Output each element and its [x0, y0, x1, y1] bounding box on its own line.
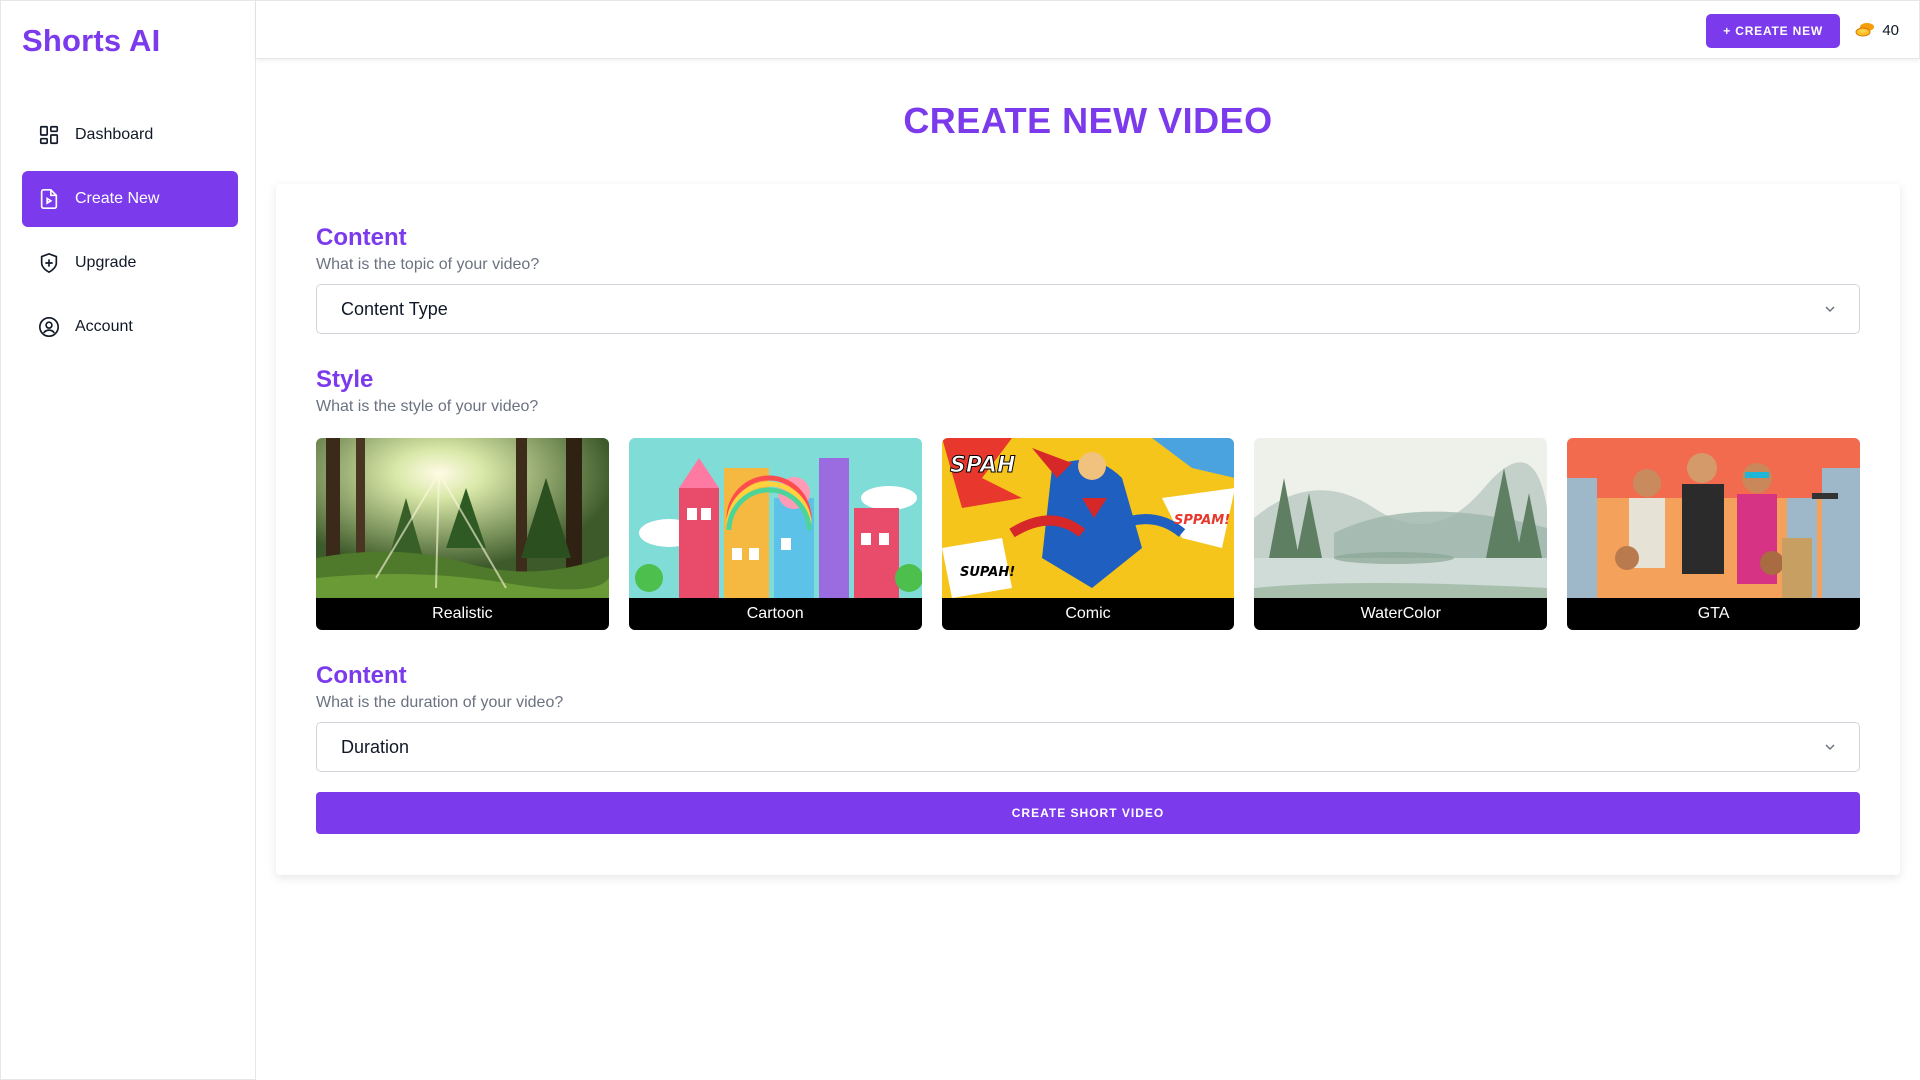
style-option-label: GTA — [1567, 598, 1860, 630]
app-logo[interactable]: Shorts AI — [22, 23, 160, 59]
sidebar-item-label: Account — [75, 318, 133, 335]
style-option-comic[interactable]: SPAH SPPAM! SUPAH! Comic — [941, 438, 1235, 630]
top-bar: + CREATE NEW 40 — [256, 0, 1920, 59]
watercolor-landscape-image — [1254, 438, 1548, 598]
file-video-icon — [38, 188, 60, 210]
shield-plus-icon — [38, 252, 60, 274]
header-create-new-button[interactable]: + CREATE NEW — [1706, 14, 1840, 48]
duration-section-subtitle: What is the duration of your video? — [316, 694, 564, 711]
style-option-cartoon[interactable]: Cartoon — [628, 438, 922, 630]
sidebar-item-label: Create New — [75, 190, 160, 207]
duration-section-title: Content — [316, 662, 407, 689]
credits-count: 40 — [1882, 21, 1899, 39]
duration-value: Duration — [341, 736, 410, 757]
realistic-forest-image — [316, 438, 609, 598]
style-option-label: WaterColor — [1254, 598, 1548, 630]
style-option-label: Cartoon — [628, 598, 922, 630]
sidebar-item-label: Upgrade — [75, 254, 137, 271]
content-type-select[interactable]: Content Type — [316, 284, 1860, 334]
credits-display: 40 — [1854, 21, 1899, 39]
content-section-subtitle: What is the topic of your video? — [316, 256, 540, 273]
sidebar-item-upgrade[interactable]: Upgrade — [22, 235, 238, 291]
cartoon-city-image — [628, 438, 922, 598]
style-section-subtitle: What is the style of your video? — [316, 398, 539, 415]
svg-text:SPAH: SPAH — [950, 453, 1015, 478]
chevron-down-icon — [1825, 306, 1835, 313]
coins-icon — [1855, 23, 1875, 37]
comic-hero-image: SPAH SPPAM! SUPAH! — [941, 438, 1235, 598]
chevron-down-icon — [1825, 744, 1835, 751]
style-option-watercolor[interactable]: WaterColor — [1254, 438, 1548, 630]
svg-text:SUPAH!: SUPAH! — [960, 565, 1015, 580]
content-type-value: Content Type — [341, 298, 448, 319]
sidebar-item-account[interactable]: Account — [22, 299, 238, 355]
style-option-label: Realistic — [316, 598, 609, 630]
style-option-realistic[interactable]: Realistic — [316, 438, 609, 630]
style-option-gta[interactable]: GTA — [1567, 438, 1860, 630]
sidebar-nav: Dashboard Create New Upgrade Account — [22, 107, 238, 363]
page-title: CREATE NEW VIDEO — [903, 100, 1273, 141]
user-circle-icon — [38, 316, 60, 338]
create-video-form: Content What is the topic of your video?… — [276, 184, 1900, 875]
style-option-label: Comic — [941, 598, 1235, 630]
create-short-video-button[interactable]: CREATE SHORT VIDEO — [316, 792, 1860, 834]
svg-text:SPPAM!: SPPAM! — [1174, 513, 1230, 528]
gta-characters-image — [1567, 438, 1860, 598]
sidebar-item-dashboard[interactable]: Dashboard — [22, 107, 238, 163]
style-options: Realistic Cartoon SPAH SPPAM! SUPAH! Com… — [316, 438, 1860, 630]
dashboard-grid-icon — [38, 124, 60, 146]
content-section-title: Content — [316, 224, 407, 251]
sidebar: Shorts AI Dashboard Create New Upgrade A… — [0, 0, 256, 1080]
duration-select[interactable]: Duration — [316, 722, 1860, 772]
sidebar-item-create-new[interactable]: Create New — [22, 171, 238, 227]
style-section-title: Style — [316, 366, 374, 393]
sidebar-item-label: Dashboard — [75, 126, 154, 143]
